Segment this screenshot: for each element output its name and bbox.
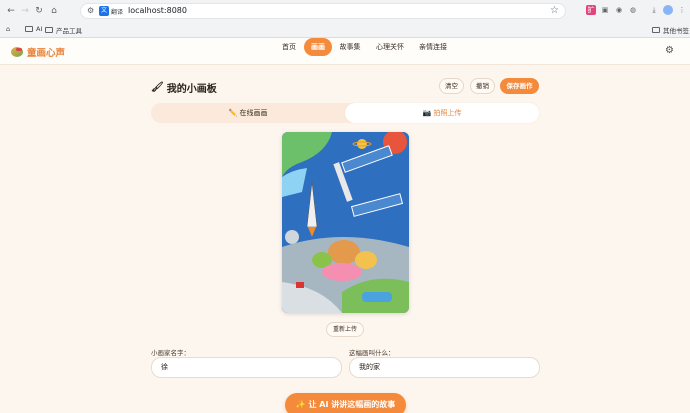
reupload-button[interactable]: 重新上传 [326,322,364,337]
other-bookmarks[interactable]: 其他书签 [652,25,689,35]
artist-name-input[interactable]: 徐 [151,357,342,378]
bookmark-label: 其他书签 [663,27,689,35]
bookmark-folder[interactable]: 产品工具 [45,25,82,35]
nav-family[interactable]: 亲情连接 [416,38,450,56]
forward-icon[interactable]: → [19,5,31,17]
ai-story-button[interactable]: ✨ 让 AI 讲讲这幅画的故事 [285,393,406,413]
menu-icon[interactable]: ⋮ [677,5,687,15]
tab-photo-upload[interactable]: 📷 拍照上传 [345,103,539,123]
palette-icon [11,47,23,57]
save-button[interactable]: 保存画作 [500,78,539,94]
brush-icon: 🖌 [151,82,164,93]
nav-home[interactable]: 首页 [278,38,300,56]
home-icon[interactable]: ⌂ [48,5,60,17]
mode-tabs: ✏️ 在线画画 📷 拍照上传 [151,103,539,123]
nav-stories[interactable]: 故事集 [337,38,363,56]
gear-icon[interactable]: ⚙ [665,45,674,56]
extension-icon[interactable]: ▣ [600,5,610,15]
page-title-text: 我的小画板 [166,84,217,95]
extension-icon[interactable]: ◍ [628,5,638,15]
extension-icon[interactable]: 扩 [586,5,596,15]
translate-label[interactable]: 翻译 [111,7,123,16]
address-bar[interactable]: ⚙ 文 翻译 localhost:8080 ☆ [80,3,566,19]
page-title: 🖌 我的小画板 [151,80,217,95]
apps-icon[interactable]: ⌂ [6,25,10,33]
back-icon[interactable]: ← [5,5,17,17]
extension-icon[interactable]: ◉ [614,5,624,15]
folder-icon [652,27,660,33]
logo[interactable]: 童画心声 [11,45,65,59]
tab-draw-online[interactable]: ✏️ 在线画画 [151,103,345,123]
app-header: 童画心声 首页 画画 故事集 心理关怀 亲情连接 ⚙ [0,38,690,65]
artwork-title-label: 这幅画叫什么： [349,349,395,357]
bookmark-label: AI [36,25,43,33]
url-text[interactable]: localhost:8080 [128,6,187,15]
reload-icon[interactable]: ↻ [33,5,45,17]
undo-button[interactable]: 撤销 [470,78,495,94]
folder-icon [45,27,53,33]
clear-button[interactable]: 清空 [439,78,464,94]
bookmark-folder[interactable]: AI [25,25,42,33]
folder-icon [25,26,33,32]
translate-icon[interactable]: 文 [99,6,109,16]
nav-care[interactable]: 心理关怀 [373,38,407,56]
artist-name-label: 小画家名字： [151,349,190,357]
avatar[interactable] [663,5,673,15]
browser-chrome: ← → ↻ ⌂ ⚙ 文 翻译 localhost:8080 ☆ 扩 ▣ ◉ ◍ … [0,0,690,38]
site-info-icon[interactable]: ⚙ [87,6,94,15]
download-icon[interactable]: ⤓ [649,5,659,15]
artwork-title-input[interactable]: 我的家 [349,357,540,378]
nav-draw[interactable]: 画画 [304,38,332,56]
uploaded-drawing [282,132,409,313]
bookmark-star-icon[interactable]: ☆ [550,5,559,16]
logo-text: 童画心声 [27,48,66,59]
bookmark-label: 产品工具 [56,27,82,35]
bookmarks-bar: ⌂ AI 产品工具 其他书签 [0,21,690,37]
drawing-image [282,132,409,313]
